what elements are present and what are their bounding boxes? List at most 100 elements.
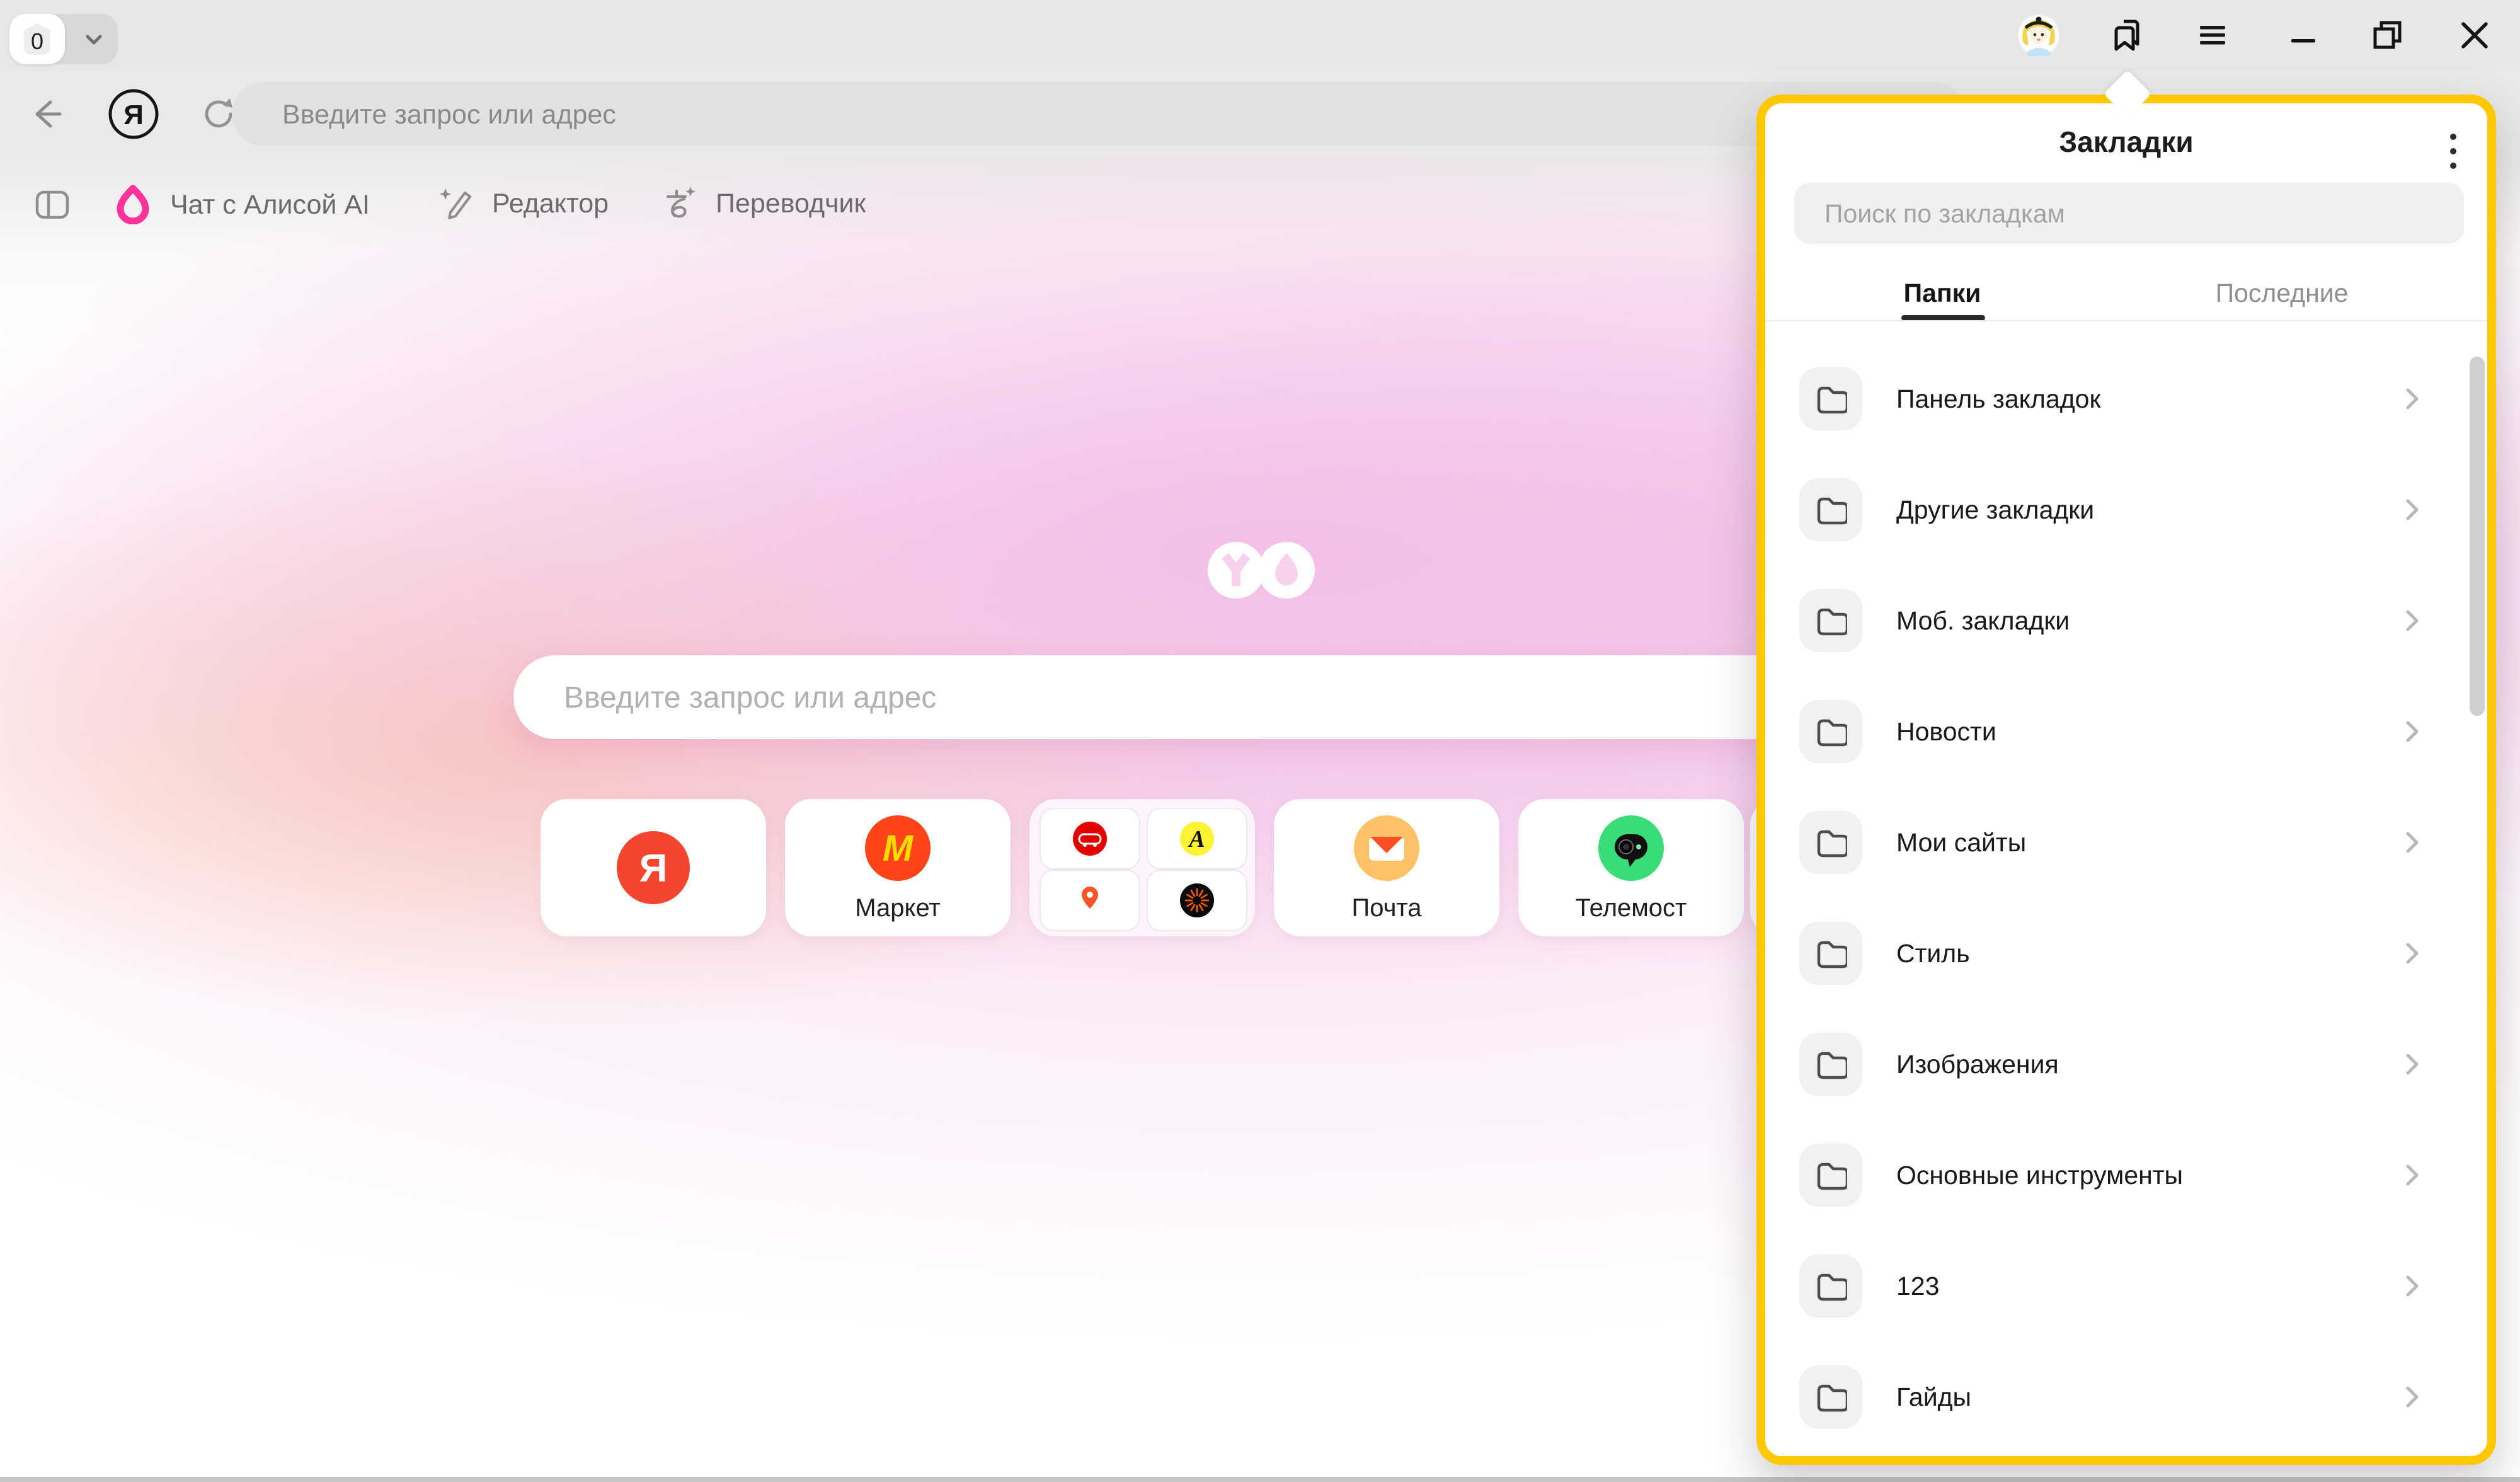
bookmarks-title: Закладки bbox=[1765, 125, 2487, 159]
bookmarks-search-bar[interactable] bbox=[1794, 183, 2464, 244]
maximize-button[interactable] bbox=[2370, 0, 2405, 71]
folder-icon bbox=[1799, 922, 1862, 985]
panel-scrollbar[interactable] bbox=[2470, 357, 2485, 716]
tile-market[interactable]: M Маркет bbox=[785, 799, 1011, 936]
chevron-right-icon bbox=[2400, 941, 2426, 966]
folder-name: Изображения bbox=[1896, 1009, 2059, 1120]
chevron-right-icon bbox=[2400, 1273, 2426, 1299]
yandex-tile-icon: Я bbox=[617, 831, 690, 904]
profile-avatar[interactable] bbox=[2017, 0, 2060, 71]
yandex-logo-button[interactable]: Я bbox=[107, 88, 160, 144]
chevron-right-icon bbox=[2400, 1052, 2426, 1077]
bookmark-folder-row[interactable]: Новости bbox=[1765, 676, 2487, 787]
bookmarks-menu-button[interactable] bbox=[2441, 126, 2466, 176]
pencil-sparkle-icon bbox=[437, 183, 476, 225]
translate-sparkle-icon bbox=[660, 183, 699, 225]
newtab-search-input[interactable] bbox=[563, 655, 1888, 740]
tab-list-chevron-icon[interactable] bbox=[80, 26, 108, 54]
tab-group: 0 bbox=[9, 14, 118, 64]
tab-recent[interactable]: Последние bbox=[2216, 279, 2349, 308]
tile-label: Телемост bbox=[1518, 894, 1744, 922]
address-input[interactable] bbox=[281, 82, 1858, 147]
mail-icon bbox=[1354, 815, 1419, 881]
editor-button[interactable]: Редактор bbox=[437, 183, 609, 225]
translator-label: Переводчик bbox=[716, 188, 866, 219]
folder-icon bbox=[1799, 700, 1862, 763]
folder-icon bbox=[1799, 1365, 1862, 1428]
folder-icon bbox=[1799, 478, 1862, 541]
back-button[interactable] bbox=[28, 94, 68, 137]
folder-name: Стиль bbox=[1896, 898, 1970, 1009]
tab-strip: 0 bbox=[0, 0, 2520, 71]
chevron-right-icon bbox=[2400, 1163, 2426, 1188]
telemost-icon bbox=[1598, 815, 1664, 881]
bookmark-folder-row[interactable]: 123 bbox=[1765, 1231, 2487, 1341]
bookmark-folder-row[interactable]: Гайды bbox=[1765, 1341, 2487, 1452]
tab-folders[interactable]: Папки bbox=[1904, 279, 1981, 308]
svg-text:M: M bbox=[883, 828, 914, 869]
bookmark-folder-row[interactable]: Основные инструменты bbox=[1765, 1120, 2487, 1231]
bookmark-folder-row[interactable]: Мои сайты bbox=[1765, 787, 2487, 898]
bookmarks-search-input[interactable] bbox=[1823, 183, 2431, 245]
sidebar-toggle-button[interactable] bbox=[33, 185, 72, 227]
alisa-chat-button[interactable]: Чат с Алисой AI bbox=[112, 183, 370, 227]
newtab-search-bar[interactable] bbox=[513, 655, 1969, 739]
bookmark-folder-row[interactable]: Изображения bbox=[1765, 1009, 2487, 1120]
folder-icon bbox=[1799, 1144, 1862, 1207]
tile-services-grid: A bbox=[1029, 799, 1255, 936]
browser-window: 0 bbox=[0, 0, 2520, 1482]
tab-shield-icon: 0 bbox=[21, 21, 54, 57]
chevron-right-icon bbox=[2400, 830, 2426, 855]
bookmarks-popup: Закладки Папки Последние Панель закладок bbox=[1756, 95, 2496, 1465]
alisa-icon bbox=[112, 183, 154, 227]
bookmark-folder-row[interactable]: Стиль bbox=[1765, 898, 2487, 1009]
maps-shortcut[interactable] bbox=[1040, 870, 1140, 931]
kinopoisk-icon bbox=[1180, 883, 1214, 917]
translator-button[interactable]: Переводчик bbox=[660, 183, 866, 225]
bookmark-folder-row[interactable]: Панель закладок bbox=[1765, 343, 2487, 454]
bookmark-folder-row[interactable]: Другие закладки bbox=[1765, 454, 2487, 565]
drive-shortcut[interactable] bbox=[1040, 808, 1140, 870]
active-tab[interactable]: 0 bbox=[9, 14, 65, 64]
market-icon: M bbox=[865, 815, 931, 881]
minimize-button[interactable] bbox=[2286, 0, 2321, 71]
close-button[interactable] bbox=[2457, 0, 2492, 71]
yandex-yo-logo bbox=[1208, 542, 1315, 602]
tile-yandex[interactable]: Я bbox=[541, 799, 766, 936]
folder-icon bbox=[1799, 589, 1862, 652]
chevron-right-icon bbox=[2400, 1384, 2426, 1410]
car-icon bbox=[1073, 822, 1107, 856]
chevron-right-icon bbox=[2400, 719, 2426, 744]
kinopoisk-shortcut[interactable] bbox=[1147, 870, 1247, 931]
chevron-right-icon bbox=[2400, 497, 2426, 522]
folder-name: Мои сайты bbox=[1896, 787, 2026, 898]
afisha-shortcut[interactable]: A bbox=[1147, 808, 1247, 870]
bookmarks-toolbar-button[interactable] bbox=[2107, 0, 2148, 71]
tile-label: Маркет bbox=[785, 894, 1011, 922]
folder-name: Другие закладки bbox=[1896, 454, 2094, 565]
svg-text:Я: Я bbox=[639, 847, 668, 890]
tile-mail[interactable]: Почта bbox=[1274, 799, 1499, 936]
svg-text:Я: Я bbox=[123, 100, 144, 130]
tile-telemost[interactable]: Телемост bbox=[1518, 799, 1744, 936]
bookmark-folder-row[interactable]: Моб. закладки bbox=[1765, 565, 2487, 676]
svg-text:A: A bbox=[1188, 826, 1205, 853]
folder-name: Гайды bbox=[1896, 1341, 1971, 1452]
folder-name: Новости bbox=[1896, 676, 1996, 787]
folder-name: Основные инструменты bbox=[1896, 1120, 2183, 1231]
folder-icon bbox=[1799, 1033, 1862, 1096]
alisa-chat-label: Чат с Алисой AI bbox=[170, 190, 370, 221]
folder-name: Панель закладок bbox=[1896, 343, 2100, 454]
folder-icon bbox=[1799, 811, 1862, 874]
folder-icon bbox=[1799, 367, 1862, 430]
editor-label: Редактор bbox=[492, 188, 609, 219]
menu-button[interactable] bbox=[2195, 0, 2230, 71]
tile-label: Почта bbox=[1274, 894, 1499, 922]
address-bar[interactable] bbox=[232, 82, 1966, 146]
chevron-right-icon bbox=[2400, 386, 2426, 411]
tabs-divider bbox=[1765, 320, 2487, 321]
chevron-right-icon bbox=[2400, 608, 2426, 633]
afisha-icon: A bbox=[1180, 822, 1214, 856]
map-pin-icon bbox=[1073, 882, 1107, 919]
tab-counter: 0 bbox=[21, 28, 54, 55]
